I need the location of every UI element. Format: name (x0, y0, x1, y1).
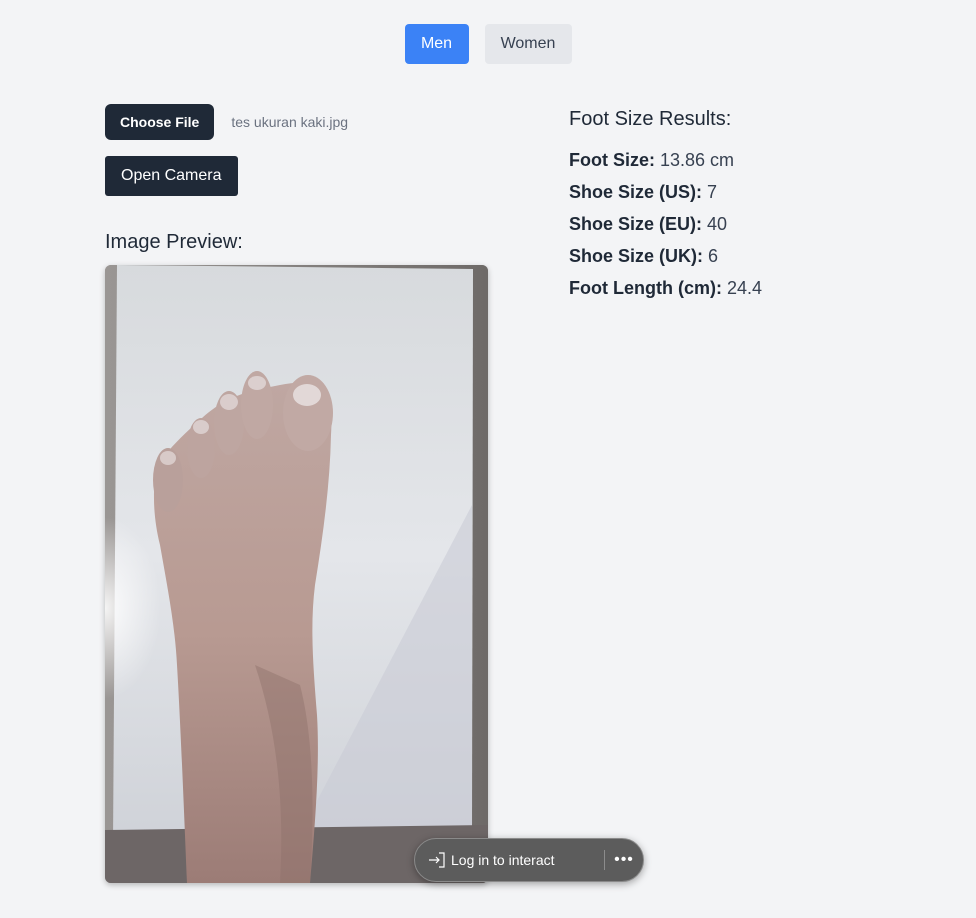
open-camera-button[interactable]: Open Camera (105, 156, 238, 196)
file-input-row: Choose File tes ukuran kaki.jpg (105, 104, 348, 140)
result-value: 40 (707, 214, 728, 234)
result-label: Foot Size: (569, 150, 655, 170)
women-button[interactable]: Women (484, 24, 572, 64)
more-options-button[interactable]: ••• (605, 839, 643, 881)
result-value: 13.86 cm (660, 150, 735, 170)
choose-file-button[interactable]: Choose File (105, 104, 215, 140)
result-label: Shoe Size (EU): (569, 214, 703, 234)
result-value: 6 (708, 246, 719, 266)
result-label: Shoe Size (UK): (569, 246, 704, 266)
sign-in-icon (429, 852, 445, 868)
result-shoe-size-uk: Shoe Size (UK): 6 (569, 240, 762, 272)
image-preview (105, 265, 488, 883)
image-preview-heading: Image Preview: (105, 231, 243, 253)
result-foot-size: Foot Size: 13.86 cm (569, 144, 762, 176)
foot-photo (105, 265, 488, 883)
login-label: Log in to interact (451, 852, 555, 868)
result-label: Shoe Size (US): (569, 182, 703, 202)
selected-file-name: tes ukuran kaki.jpg (231, 114, 349, 130)
result-foot-length: Foot Length (cm): 24.4 (569, 272, 762, 304)
foot-size-results: Foot Size Results: Foot Size: 13.86 cm S… (569, 106, 762, 304)
gender-toggle: Men Women (0, 24, 976, 64)
men-button[interactable]: Men (404, 24, 469, 64)
result-shoe-size-us: Shoe Size (US): 7 (569, 176, 762, 208)
results-heading: Foot Size Results: (569, 108, 732, 130)
result-value: 7 (707, 182, 718, 202)
login-to-interact-button[interactable]: Log in to interact (415, 839, 590, 881)
result-value: 24.4 (726, 278, 763, 298)
result-label: Foot Length (cm): (569, 278, 722, 298)
login-overlay-pill: Log in to interact ••• (414, 838, 644, 882)
result-shoe-size-eu: Shoe Size (EU): 40 (569, 208, 762, 240)
ellipsis-icon: ••• (614, 851, 634, 868)
